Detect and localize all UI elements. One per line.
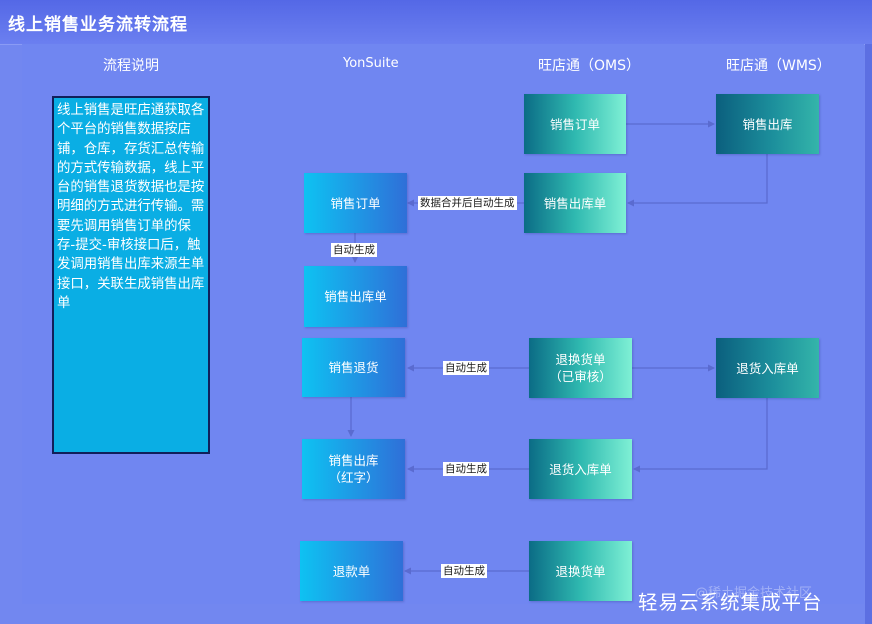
oms-exchange-approved-box: 退换货单 （已审核） <box>529 338 632 398</box>
oms-exchange-box: 退换货单 <box>529 541 632 601</box>
oms-return-in-box: 退货入库单 <box>529 439 632 499</box>
ys-sales-outbill-label: 销售出库单 <box>324 289 387 304</box>
ys-red-outbill-note: （红字） <box>328 470 379 485</box>
wms-sales-out-box: 销售出库 <box>716 94 819 154</box>
oms-sales-outbill-label: 销售出库单 <box>543 195 607 211</box>
ys-sales-outbill-box: 销售出库单 <box>304 266 407 327</box>
oms-return-in-label: 退货入库单 <box>549 461 612 477</box>
oms-exchange-status: （已审核） <box>549 369 612 384</box>
oms-sales-order-box: 销售订单 <box>524 94 626 154</box>
watermark-platform: 轻易云系统集成平台 <box>638 591 823 614</box>
oms-exchange-box-label: 退换货单 <box>555 563 606 579</box>
wms-sales-out-label: 销售出库 <box>742 116 793 132</box>
wms-return-in-label: 退货入库单 <box>736 360 799 376</box>
label-merge-auto-generate: 数据合并后自动生成 <box>418 196 517 210</box>
label-auto-generate-refund: 自动生成 <box>441 564 487 578</box>
oms-sales-order-label: 销售订单 <box>549 116 600 132</box>
label-auto-generate-order: 自动生成 <box>331 243 377 257</box>
label-auto-generate-red: 自动生成 <box>443 462 489 476</box>
wms-return-in-box: 退货入库单 <box>716 338 819 398</box>
connector-wms-out-to-outbill <box>627 154 768 207</box>
ys-red-outbill-box: 销售出库 （红字） <box>302 439 405 499</box>
ys-sales-order-box: 销售订单 <box>304 173 407 233</box>
ys-red-outbill-label: 销售出库 <box>328 453 379 468</box>
connector-wms-in-to-oms-in <box>633 398 768 473</box>
ys-sales-return-label: 销售退货 <box>328 360 379 375</box>
ys-refund-box: 退款单 <box>300 541 403 601</box>
label-auto-generate-return: 自动生成 <box>443 361 489 375</box>
ys-sales-return-box: 销售退货 <box>302 338 405 397</box>
oms-exchange-label: 退换货单 <box>555 352 606 367</box>
oms-sales-outbill-box: 销售出库单 <box>524 173 626 233</box>
ys-sales-order-label: 销售订单 <box>330 195 381 211</box>
ys-refund-label: 退款单 <box>332 563 371 579</box>
